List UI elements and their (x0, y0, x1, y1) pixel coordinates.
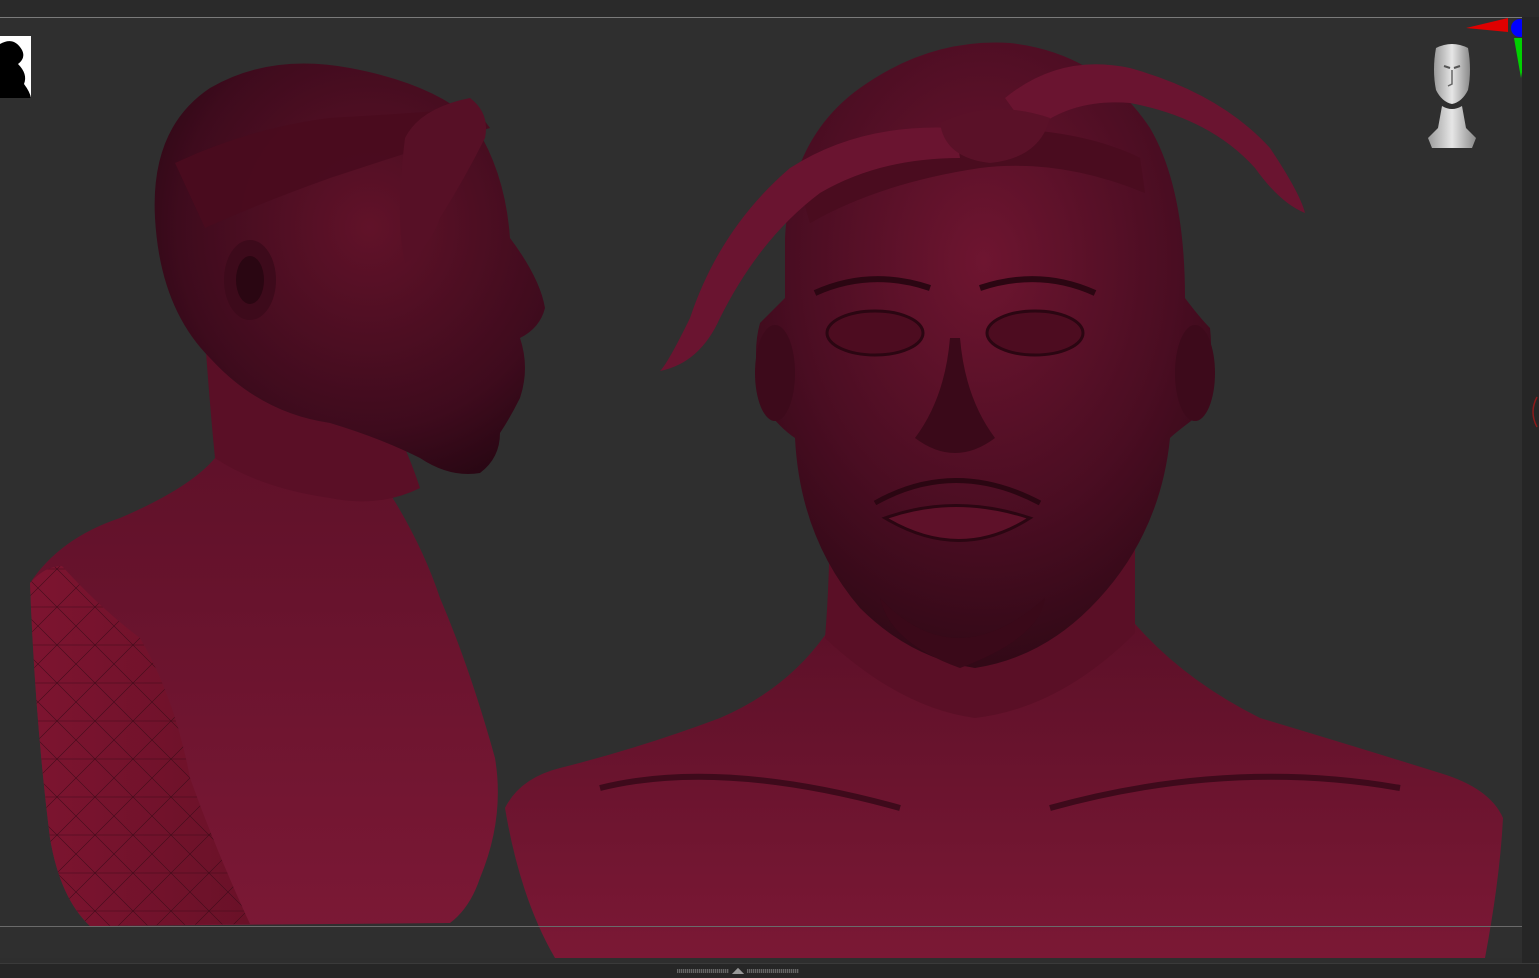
front-ear-left (755, 325, 795, 421)
silhouette-logo-icon (0, 36, 31, 98)
tray-toggle-glyph: ◢◣ (731, 966, 745, 975)
front-ear-right (1175, 325, 1215, 421)
grip-right (747, 969, 800, 973)
front-bust[interactable] (505, 42, 1503, 958)
bottom-tray: ◢◣ (0, 963, 1539, 978)
axis-z-dot (1511, 19, 1522, 37)
profile-bust[interactable] (30, 63, 545, 927)
grip-left (676, 969, 729, 973)
document-canvas[interactable] (0, 18, 1522, 958)
axis-y-arrow (1514, 38, 1522, 78)
top-shelf (0, 0, 1539, 17)
right-tray[interactable] (1522, 17, 1539, 963)
front-eye-right (985, 309, 1085, 357)
axis-x-arrow (1466, 18, 1508, 32)
axis-gizmo-icon[interactable] (1462, 18, 1522, 86)
tray-toggle-icon[interactable]: ◢◣ (673, 967, 803, 975)
front-eye-left (825, 309, 925, 357)
sculpt-scene[interactable] (0, 18, 1522, 958)
viewport-bottom-border (0, 926, 1522, 927)
edge-indicator-icon (1532, 396, 1538, 428)
